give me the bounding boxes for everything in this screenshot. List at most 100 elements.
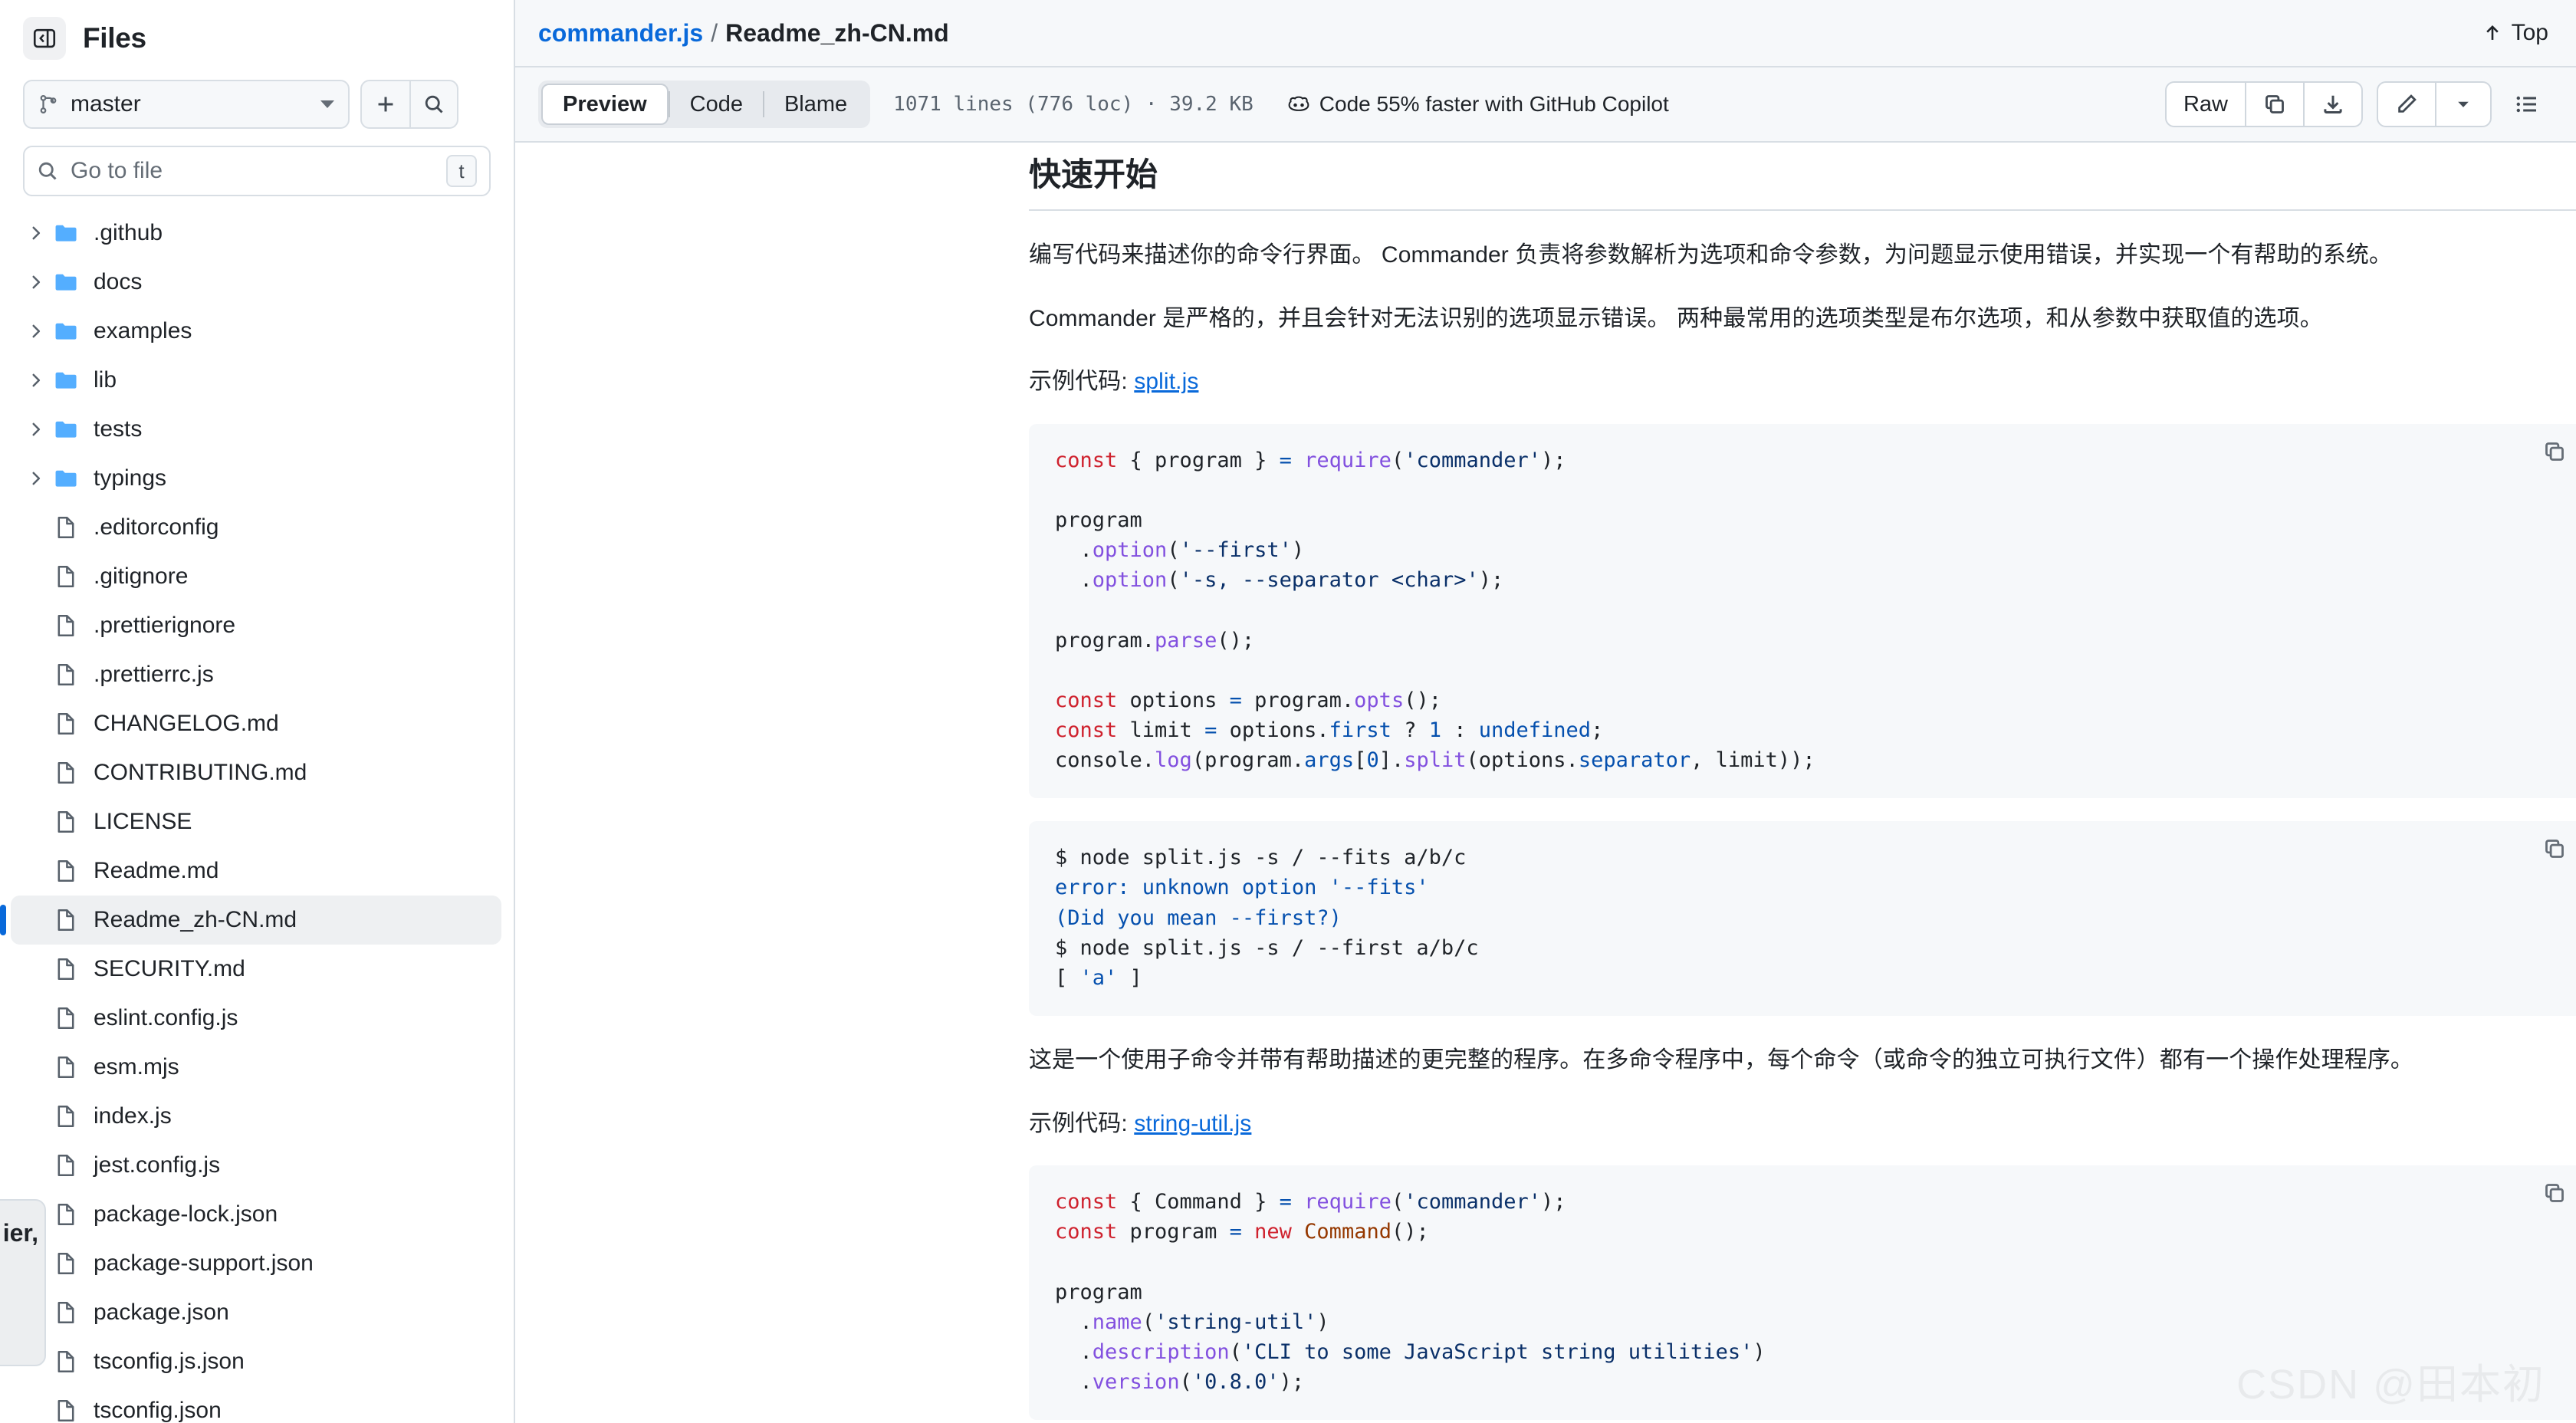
copilot-promo[interactable]: Code 55% faster with GitHub Copilot <box>1287 92 1669 117</box>
tree-item-label: package-support.json <box>94 1250 314 1277</box>
file-icon <box>54 1153 94 1178</box>
section-heading: 快速开始 <box>1029 149 2576 211</box>
copy-icon[interactable] <box>2538 435 2571 468</box>
sidebar-title: Files <box>83 22 146 54</box>
folder-icon <box>54 269 94 295</box>
tree-item-docs[interactable]: docs <box>11 258 501 307</box>
file-icon <box>54 1398 94 1423</box>
copy-icon[interactable] <box>2538 1176 2571 1210</box>
raw-label: Raw <box>2183 92 2228 117</box>
tab-label: Blame <box>784 92 847 117</box>
tree-item-label: Readme_zh-CN.md <box>94 907 297 933</box>
search-button[interactable] <box>409 81 457 127</box>
chevron-right-icon[interactable] <box>18 274 54 291</box>
tab-blame[interactable]: Blame <box>764 84 867 125</box>
tree-item-readme-zh-cn-md[interactable]: Readme_zh-CN.md <box>11 896 501 945</box>
breadcrumb: commander.js / Readme_zh-CN.md <box>538 19 949 48</box>
example-link-string-util-js[interactable]: string-util.js <box>1134 1111 1251 1136</box>
add-file-button[interactable] <box>362 81 409 127</box>
tree-item-package-json[interactable]: package.json <box>11 1288 501 1337</box>
tree-item-security-md[interactable]: SECURITY.md <box>11 945 501 994</box>
tree-item-changelog-md[interactable]: CHANGELOG.md <box>11 699 501 748</box>
tree-item-tsconfig-json[interactable]: tsconfig.json <box>11 1386 501 1423</box>
tab-preview[interactable]: Preview <box>541 84 669 125</box>
tree-item-github[interactable]: .github <box>11 209 501 258</box>
file-icon <box>54 908 94 932</box>
tree-item-tsconfig-js-json[interactable]: tsconfig.js.json <box>11 1337 501 1386</box>
edit-group <box>2377 81 2492 127</box>
code-block-1: const { program } = require('commander')… <box>1029 424 2576 799</box>
tree-item-prettierrc-js[interactable]: .prettierrc.js <box>11 650 501 699</box>
example-line-1: 示例代码: split.js <box>1029 363 2576 401</box>
tree-item-label: jest.config.js <box>94 1152 220 1178</box>
github-file-viewer: Files master Go t <box>0 0 2576 1423</box>
tree-item-prettierignore[interactable]: .prettierignore <box>11 601 501 650</box>
tree-item-license[interactable]: LICENSE <box>11 797 501 846</box>
edit-button[interactable] <box>2378 83 2435 126</box>
example-label-1: 示例代码: <box>1029 369 1128 394</box>
arrow-up-icon <box>2482 23 2502 43</box>
tree-item-editorconfig[interactable]: .editorconfig <box>11 503 501 552</box>
sidebar-collapse-icon[interactable] <box>23 17 66 60</box>
copy-icon[interactable] <box>2538 832 2571 866</box>
file-icon <box>54 1349 94 1374</box>
branch-name: master <box>71 91 308 117</box>
chevron-right-icon[interactable] <box>18 470 54 487</box>
copilot-label: Code 55% faster with GitHub Copilot <box>1319 92 1669 117</box>
file-icon <box>54 810 94 834</box>
outline-button[interactable] <box>2505 83 2548 126</box>
file-icon <box>54 564 94 589</box>
file-icon <box>54 1006 94 1030</box>
chevron-right-icon[interactable] <box>18 323 54 340</box>
tree-item-gitignore[interactable]: .gitignore <box>11 552 501 601</box>
tree-item-label: eslint.config.js <box>94 1005 238 1031</box>
example-link-split-js[interactable]: split.js <box>1134 369 1198 394</box>
tree-item-package-support-json[interactable]: package-support.json <box>11 1239 501 1288</box>
tab-code[interactable]: Code <box>670 84 763 125</box>
markdown-body: 快速开始 编写代码来描述你的命令行界面。 Commander 负责将参数解析为选… <box>1029 144 2576 1423</box>
tree-item-lib[interactable]: lib <box>11 356 501 405</box>
tree-item-readme-md[interactable]: Readme.md <box>11 846 501 896</box>
chevron-right-icon[interactable] <box>18 421 54 438</box>
tree-item-jest-config-js[interactable]: jest.config.js <box>11 1141 501 1190</box>
raw-button[interactable]: Raw <box>2167 83 2245 126</box>
chevron-right-icon[interactable] <box>18 225 54 242</box>
tree-item-esm-mjs[interactable]: esm.mjs <box>11 1043 501 1092</box>
tree-item-label: package-lock.json <box>94 1201 278 1227</box>
tree-item-tests[interactable]: tests <box>11 405 501 454</box>
tree-item-typings[interactable]: typings <box>11 454 501 503</box>
branch-selector[interactable]: master <box>23 80 350 129</box>
copy-button[interactable] <box>2245 83 2303 126</box>
chevron-right-icon[interactable] <box>18 372 54 389</box>
download-button[interactable] <box>2303 83 2361 126</box>
folder-icon <box>54 220 94 246</box>
tree-item-label: tsconfig.json <box>94 1398 222 1423</box>
breadcrumb-repo-link[interactable]: commander.js <box>538 19 703 48</box>
tree-item-examples[interactable]: examples <box>11 307 501 356</box>
tree-item-label: examples <box>94 318 192 344</box>
file-tree: .github docs examples libtests typings .edito… <box>0 209 514 1423</box>
tree-item-label: .editorconfig <box>94 514 219 541</box>
copy-icon <box>2263 93 2286 116</box>
file-toolbar: PreviewCodeBlame 1071 lines (776 loc) · … <box>515 67 2576 143</box>
tree-item-eslint-config-js[interactable]: eslint.config.js <box>11 994 501 1043</box>
tree-item-contributing-md[interactable]: CONTRIBUTING.md <box>11 748 501 797</box>
file-icon <box>54 957 94 981</box>
main-panel: commander.js / Readme_zh-CN.md Top Previ… <box>515 0 2576 1423</box>
tree-item-index-js[interactable]: index.js <box>11 1092 501 1141</box>
tree-item-label: typings <box>94 465 166 491</box>
go-to-file-placeholder: Go to file <box>71 158 434 184</box>
tree-item-package-lock-json[interactable]: package-lock.json <box>11 1190 501 1239</box>
edit-dropdown-button[interactable] <box>2435 83 2490 126</box>
tree-item-label: .github <box>94 220 163 246</box>
file-icon <box>54 1300 94 1325</box>
tree-item-label: Readme.md <box>94 858 219 884</box>
markdown-preview-scroll[interactable]: 快速开始 编写代码来描述你的命令行界面。 Commander 负责将参数解析为选… <box>515 144 2576 1423</box>
folder-icon <box>54 465 94 491</box>
code-block-2: $ node split.js -s / --fits a/b/c error:… <box>1029 821 2576 1016</box>
back-to-top-button[interactable]: Top <box>2482 20 2548 46</box>
search-icon <box>37 160 58 182</box>
download-icon <box>2321 93 2344 116</box>
go-to-file-input[interactable]: Go to file t <box>23 146 491 196</box>
sidebar-action-buttons <box>360 80 458 129</box>
